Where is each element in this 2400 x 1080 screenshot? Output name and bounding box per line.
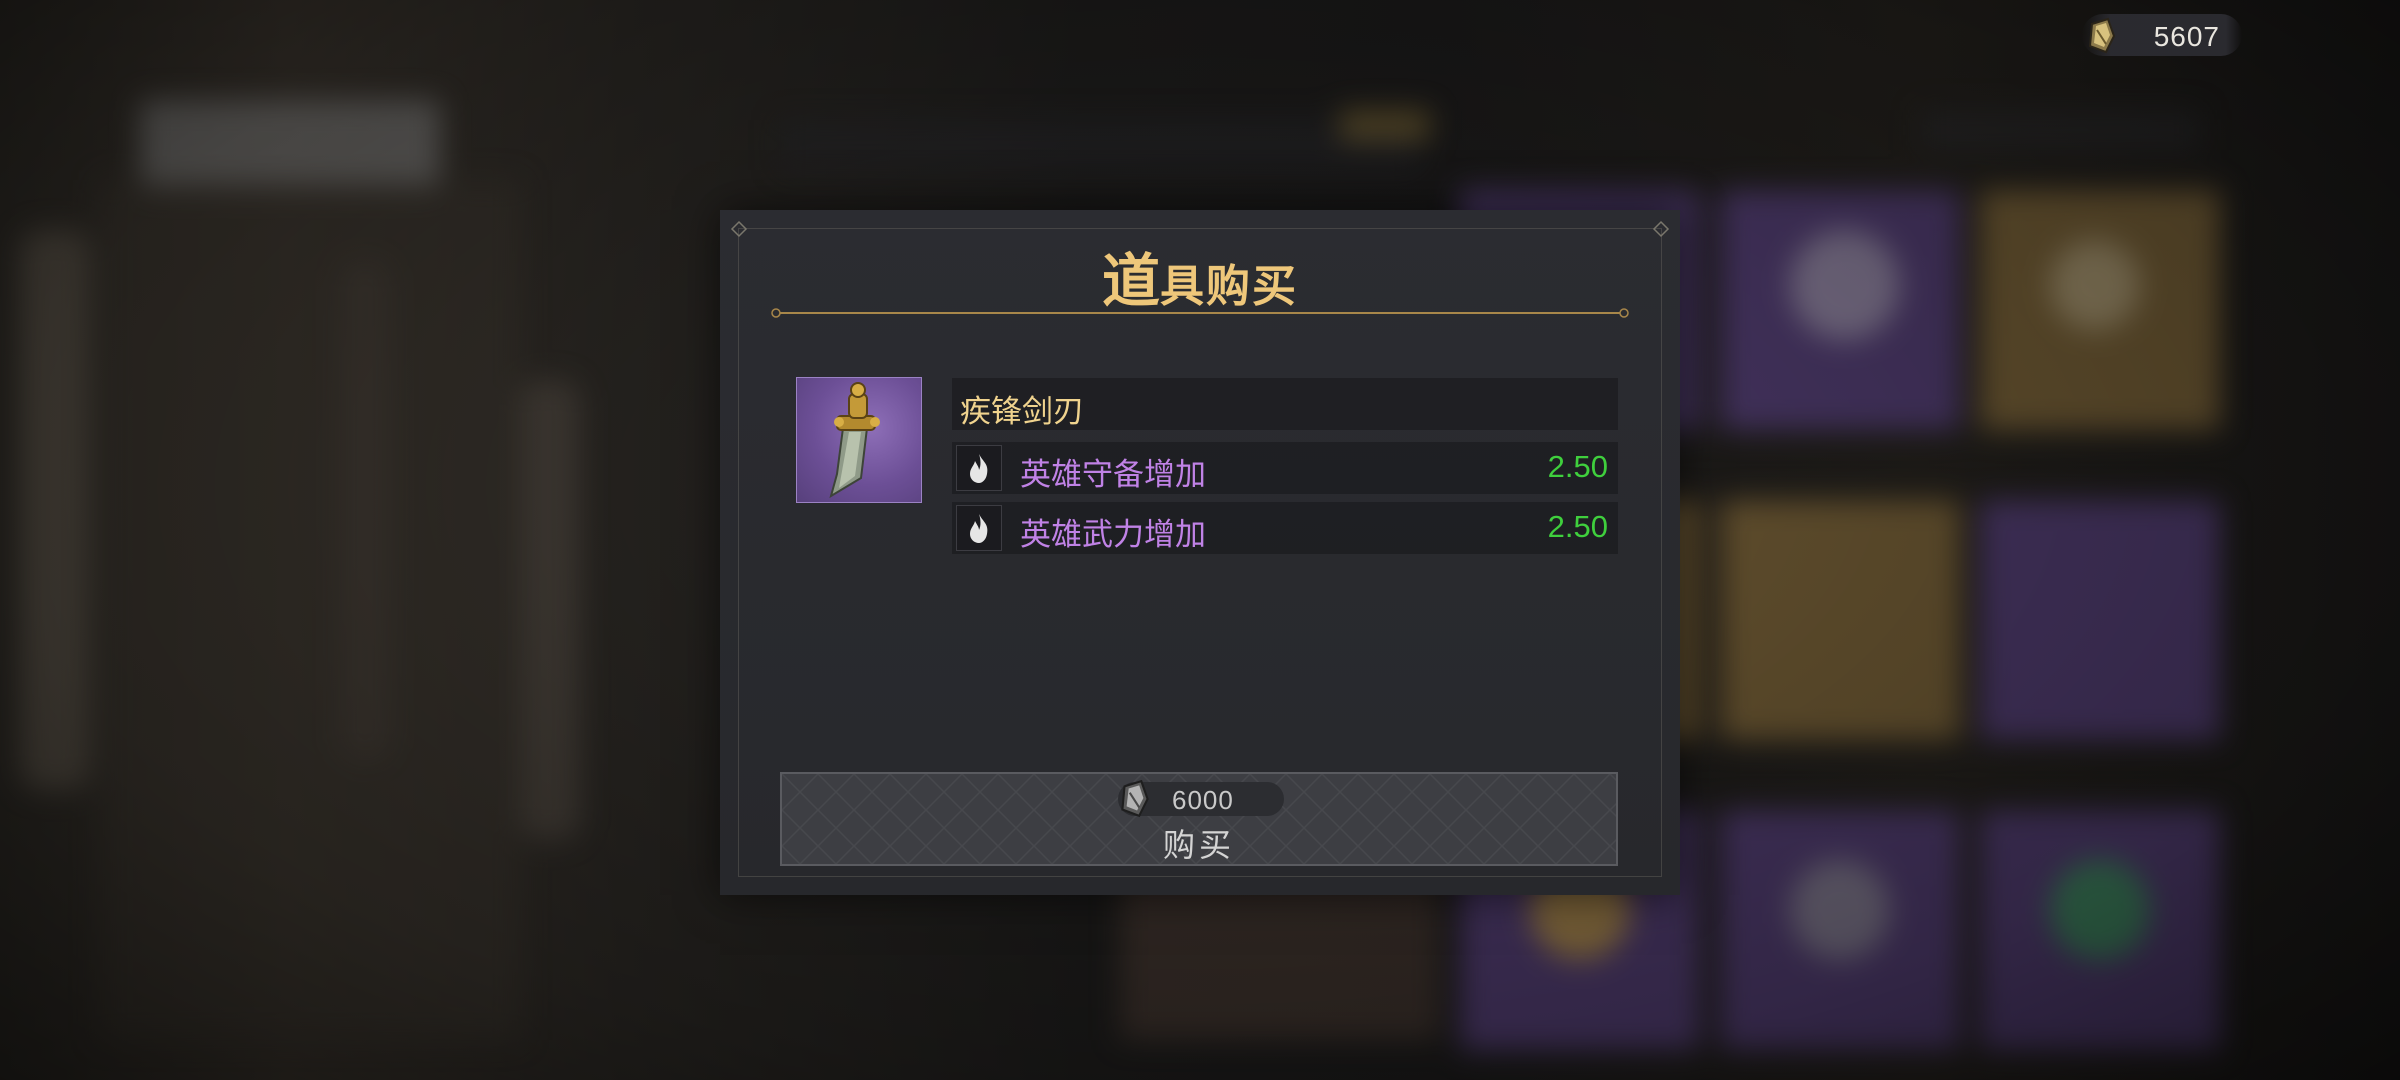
purchase-dialog: 道具购买 疾锋剑刃 英雄守备增加 2.50 英雄武力增加 2.50 6000 购… [720,210,1680,895]
stat-row: 英雄武力增加 2.50 [952,502,1618,554]
dialog-title-first-char: 道 [1101,247,1160,315]
item-name: 疾锋剑刃 [960,394,1084,430]
dagger-icon [829,382,880,499]
stat-row: 英雄守备增加 2.50 [952,442,1618,494]
buy-button[interactable]: 6000 购买 [780,772,1618,866]
buy-price: 6000 [1172,785,1234,815]
gem-currency-icon [2082,16,2122,60]
gem-currency-icon [1114,778,1156,824]
buy-label: 购买 [1162,826,1235,864]
price-pill: 6000 [1118,779,1284,818]
stat-label: 英雄守备增加 [1020,457,1206,493]
item-name-bar: 疾锋剑刃 [952,378,1618,430]
flame-icon [956,445,1002,491]
currency-amount: 5607 [2153,21,2220,52]
stat-value: 2.50 [1547,509,1608,544]
item-icon-frame [796,377,922,503]
title-divider [771,308,1629,318]
flame-icon [956,505,1002,551]
currency-display: 5607 [2082,14,2242,56]
stat-value: 2.50 [1547,449,1608,484]
dialog-title-rest: 具购买 [1160,261,1298,312]
stat-label: 英雄武力增加 [1020,517,1206,553]
